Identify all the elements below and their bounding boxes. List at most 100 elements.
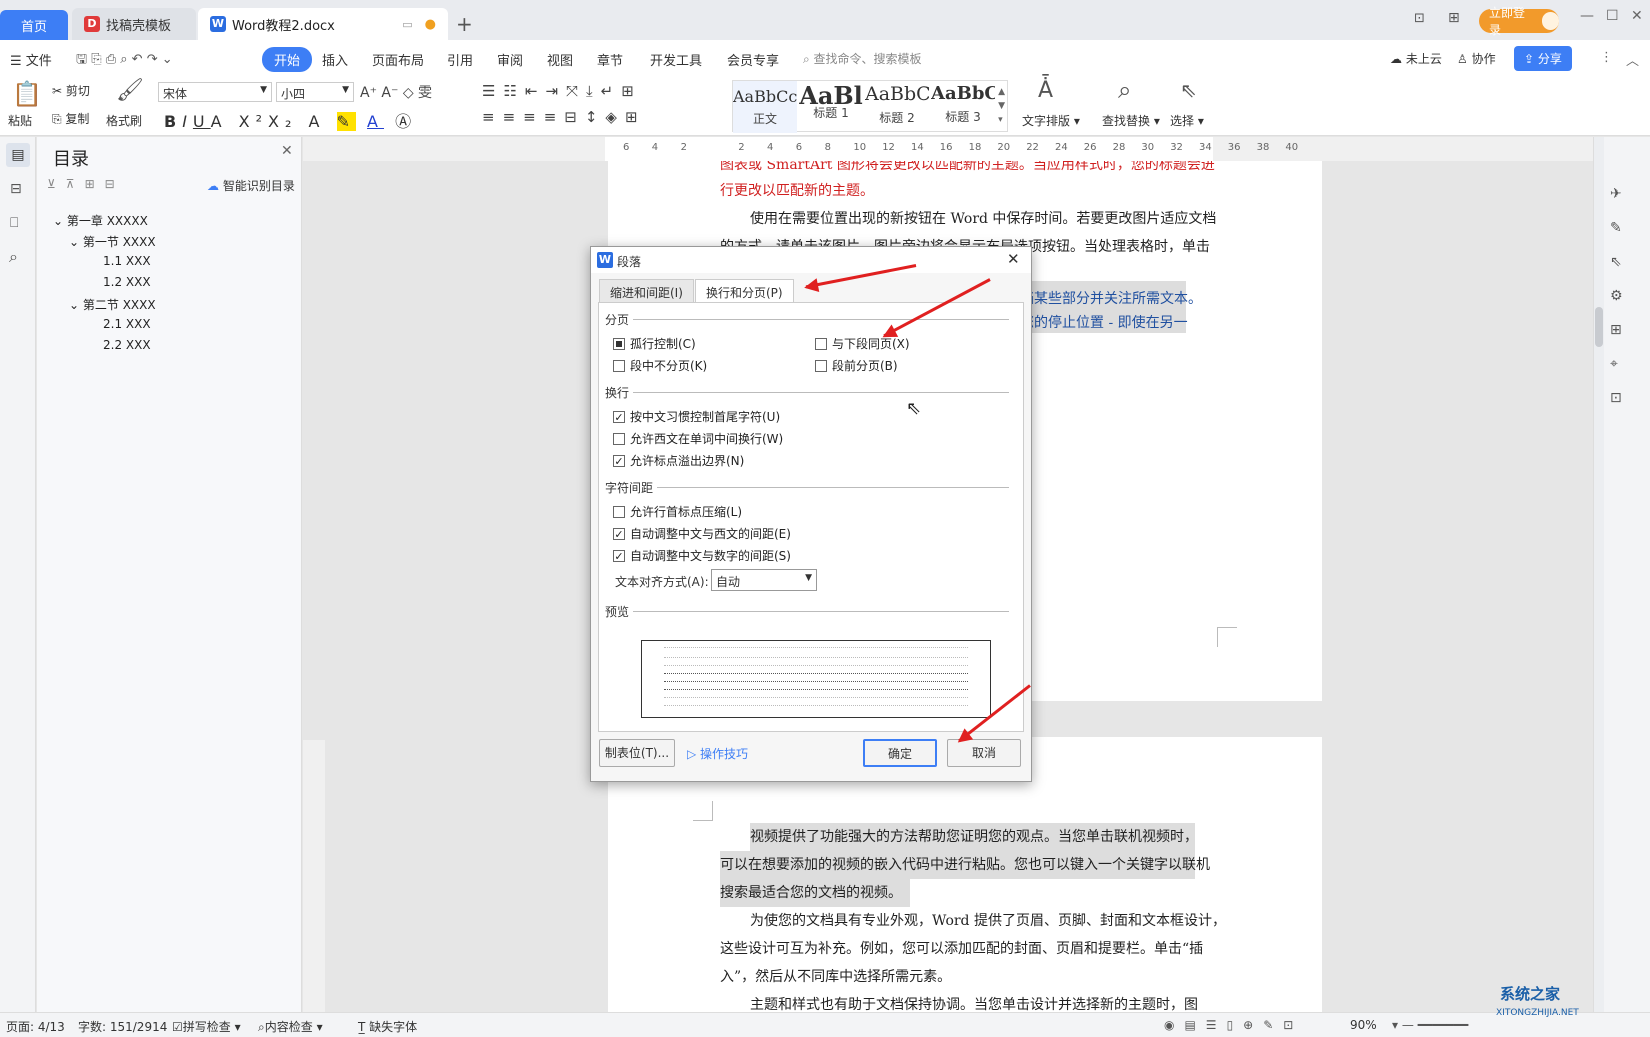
select-cursor-icon[interactable]: ⇖ bbox=[1180, 78, 1197, 102]
font-grow-shrink-icons[interactable]: A⁺ A⁻ ◇ 雯 bbox=[360, 82, 432, 102]
font-size-select[interactable]: 小四 ▼ bbox=[276, 82, 354, 102]
alignment-icons[interactable]: ≡≡≡≡⊟↕◈⊞ bbox=[482, 108, 646, 126]
menu-review[interactable]: 审阅 bbox=[497, 50, 523, 69]
login-button[interactable]: 立即登录 bbox=[1479, 6, 1559, 37]
tab-document-label: Word教程2.docx bbox=[232, 18, 335, 34]
toc-item[interactable]: 1.1 XXX bbox=[103, 254, 151, 268]
ruler-tick-label: 24 bbox=[1055, 142, 1068, 153]
menu-chapter[interactable]: 章节 bbox=[597, 50, 623, 69]
zoom-level[interactable]: 90% bbox=[1350, 1018, 1377, 1032]
minimize-icon[interactable]: — bbox=[1580, 8, 1594, 24]
tab-stops-button[interactable]: 制表位(T)... bbox=[599, 739, 675, 767]
new-tab-button[interactable]: + bbox=[456, 12, 473, 36]
text-layout-button[interactable]: 文字排版 ▾ bbox=[1022, 112, 1080, 129]
dialog-title-bar[interactable]: W 段落 ✕ bbox=[591, 247, 1031, 273]
outline-icon[interactable]: ⊟ bbox=[10, 181, 22, 197]
auto-space-cjk-number-checkbox[interactable]: ✓ 自动调整中文与数字的间距(S) bbox=[613, 547, 791, 564]
toc-item[interactable]: ⌄ 第一章 XXXXX bbox=[53, 212, 148, 229]
word-count[interactable]: 字数: 151/2914 bbox=[78, 1018, 167, 1035]
tab-document[interactable]: W Word教程2.docx ▭ ● bbox=[198, 8, 448, 40]
tab-indent-spacing[interactable]: 缩进和间距(I) bbox=[599, 279, 694, 303]
vertical-scrollbar[interactable] bbox=[1594, 137, 1604, 1012]
widow-control-label: 孤行控制(C) bbox=[630, 337, 696, 351]
search-icon[interactable]: ⌕ bbox=[9, 247, 18, 267]
quick-access-icons[interactable]: 🖫 ⎘ ⎙ ⌕ ↶ ↷ ⌄ bbox=[76, 50, 173, 72]
menu-start[interactable]: 开始 bbox=[262, 47, 313, 72]
cjk-line-rules-checkbox[interactable]: ✓ 按中文习惯控制首尾字符(U) bbox=[613, 408, 780, 425]
tips-link[interactable]: ▷ 操作技巧 bbox=[687, 745, 748, 762]
toc-item[interactable]: ⌄ 第一节 XXXX bbox=[69, 233, 156, 250]
text-layout-icon[interactable]: Ǡ bbox=[1038, 78, 1053, 103]
menu-layout[interactable]: 页面布局 bbox=[372, 50, 424, 69]
close-icon[interactable]: ✕ bbox=[281, 143, 293, 159]
text-align-select[interactable]: 自动 ▼ bbox=[711, 569, 817, 591]
collaborate-button[interactable]: ♙ 协作 bbox=[1457, 50, 1496, 67]
select-button[interactable]: 选择 ▾ bbox=[1170, 112, 1204, 129]
punctuation-overflow-checkbox[interactable]: ✓ 允许标点溢出边界(N) bbox=[613, 452, 744, 469]
widow-control-checkbox[interactable]: 孤行控制(C) bbox=[613, 335, 696, 352]
right-tool-icons[interactable]: ✈ ✎ ⇖ ⚙ ⊞ ⌖ ⊡ bbox=[1610, 177, 1623, 415]
ok-button[interactable]: 确定 bbox=[863, 739, 937, 767]
menu-insert[interactable]: 插入 bbox=[322, 50, 348, 69]
spell-check-button[interactable]: ☑拼写检查 ▾ bbox=[172, 1018, 241, 1035]
format-painter-icon[interactable]: 🖌 bbox=[116, 78, 144, 103]
style-normal[interactable]: AaBbCcI 正文 bbox=[733, 81, 797, 133]
font-style-buttons[interactable]: BIUA X²X₂ A ✎ A Ⓐ bbox=[164, 108, 417, 132]
scrollbar-thumb[interactable] bbox=[1595, 307, 1603, 347]
layout-icon[interactable]: ⊡ bbox=[1414, 11, 1425, 26]
toc-item[interactable]: 2.2 XXX bbox=[103, 338, 151, 352]
toc-item[interactable]: 1.2 XXX bbox=[103, 275, 151, 289]
style-heading3[interactable]: AaBbC 标题 3 bbox=[931, 81, 995, 133]
style-heading2[interactable]: AaBbC 标题 2 bbox=[865, 81, 929, 133]
menu-view[interactable]: 视图 bbox=[547, 50, 573, 69]
apps-grid-icon[interactable]: ⊞ bbox=[1448, 10, 1460, 26]
find-replace-icon[interactable]: ⌕ bbox=[1118, 76, 1131, 104]
zoom-slider[interactable]: ▾ — ━━━━━━━ bbox=[1392, 1018, 1468, 1032]
horizontal-ruler[interactable]: 6 4 2 2 4 6 8 10 12 14 16 18 20 22 24 26 28 30 32 34 36 38 40 bbox=[303, 137, 1593, 161]
auto-space-cjk-latin-checkbox[interactable]: ✓ 自动调整中文与西文的间距(E) bbox=[613, 525, 791, 542]
tab-template[interactable]: D 找稿壳模板 bbox=[72, 8, 196, 40]
cut-button[interactable]: ✂ 剪切 bbox=[52, 82, 90, 99]
share-button[interactable]: ⇪ 分享 bbox=[1514, 46, 1572, 71]
page-break-before-checkbox[interactable]: 段前分页(B) bbox=[815, 357, 898, 374]
toc-panel-icon[interactable]: ▤ bbox=[6, 143, 30, 167]
menu-reference[interactable]: 引用 bbox=[447, 50, 473, 69]
tab-home[interactable]: 首页 bbox=[0, 10, 68, 40]
cloud-status[interactable]: ☁ 未上云 bbox=[1390, 50, 1442, 67]
menu-file[interactable]: ☰ 文件 bbox=[10, 50, 52, 69]
format-painter-button[interactable]: 格式刷 bbox=[106, 112, 142, 129]
menu-member[interactable]: 会员专享 bbox=[727, 50, 779, 69]
close-window-icon[interactable]: ✕ bbox=[1631, 8, 1643, 24]
bookmark-icon[interactable]: ⎕ bbox=[10, 215, 18, 231]
collapse-ribbon-icon[interactable]: ︿ bbox=[1626, 50, 1639, 69]
paste-button[interactable]: 粘贴 bbox=[8, 112, 32, 129]
paste-icon[interactable]: 📋 bbox=[12, 80, 42, 108]
gallery-scroll-icon[interactable]: ▲ ▼ ▾ bbox=[998, 85, 1005, 127]
copy-button[interactable]: ⎘ 复制 bbox=[52, 110, 89, 127]
toc-item[interactable]: 2.1 XXX bbox=[103, 317, 151, 331]
latin-word-wrap-checkbox[interactable]: 允许西文在单词中间换行(W) bbox=[613, 430, 783, 447]
smart-toc-button[interactable]: ☁ 智能识别目录 bbox=[207, 177, 295, 194]
menu-developer[interactable]: 开发工具 bbox=[650, 50, 702, 69]
checkbox-indeterminate-icon bbox=[613, 337, 625, 350]
keep-lines-together-checkbox[interactable]: 段中不分页(K) bbox=[613, 357, 707, 374]
view-mode-icons[interactable]: ◉▤☰▯⊕✎⊡ bbox=[1164, 1018, 1303, 1032]
find-replace-button[interactable]: 查找替换 ▾ bbox=[1102, 112, 1160, 129]
toc-item[interactable]: ⌄ 第二节 XXXX bbox=[69, 296, 156, 313]
vertical-ruler[interactable] bbox=[303, 740, 325, 1012]
style-heading1[interactable]: AaBl 标题 1 bbox=[799, 81, 863, 133]
page-indicator[interactable]: 页面: 4/13 bbox=[6, 1018, 65, 1035]
compress-punctuation-checkbox[interactable]: 允许行首标点压缩(L) bbox=[613, 503, 742, 520]
close-icon[interactable]: ✕ bbox=[1007, 250, 1020, 268]
toc-tool-icons[interactable]: ⊻⊼⊞⊟ bbox=[47, 177, 125, 191]
command-search[interactable]: ⌕ 查找命令、搜索模板 bbox=[803, 50, 922, 67]
screen-icon[interactable]: ▭ bbox=[402, 18, 412, 31]
maximize-icon[interactable]: ☐ bbox=[1606, 8, 1619, 24]
content-check-button[interactable]: ⌕内容检查 ▾ bbox=[258, 1018, 323, 1035]
more-icon[interactable]: ⋮ bbox=[1600, 50, 1613, 65]
list-indent-icons[interactable]: ☰☷⇤⇥⤧⤓↵⊞ bbox=[482, 82, 642, 100]
toc-item-label: 2.1 XXX bbox=[103, 317, 151, 331]
tab-line-page-breaks[interactable]: 换行和分页(P) bbox=[695, 279, 794, 303]
font-name-select[interactable]: 宋体 ▼ bbox=[158, 82, 272, 102]
missing-font-button[interactable]: T̲ 缺失字体 bbox=[358, 1018, 417, 1035]
